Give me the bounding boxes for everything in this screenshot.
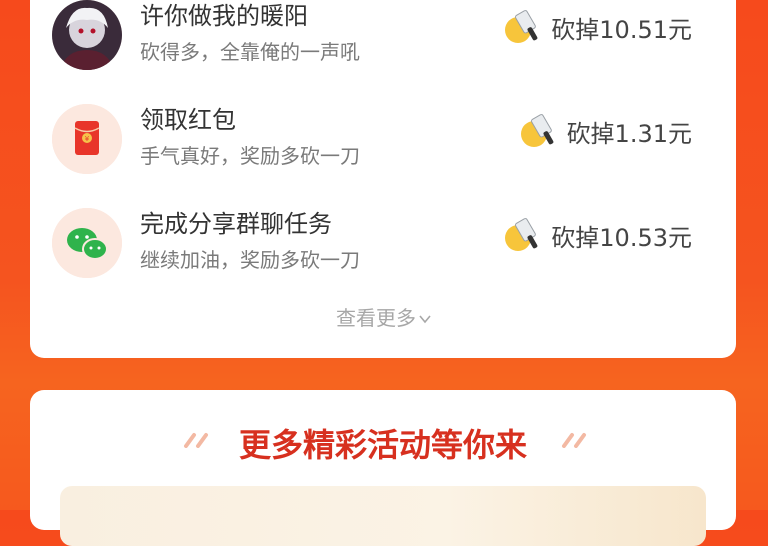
cut-amount: 砍掉10.53元 xyxy=(503,218,692,252)
knife-icon xyxy=(505,10,538,43)
cut-amount-text: 砍掉10.53元 xyxy=(551,223,692,252)
cut-amount: 砍掉1.31元 xyxy=(519,114,692,148)
wechat-icon xyxy=(52,208,122,278)
avatar: ¥ xyxy=(52,104,122,174)
record-subtitle: 手气真好，奖励多砍一刀 xyxy=(140,144,360,168)
red-envelope-icon: ¥ xyxy=(52,104,122,174)
view-more-link[interactable]: 查看更多 xyxy=(0,302,768,331)
user-avatar-icon xyxy=(52,0,122,70)
avatar xyxy=(52,208,122,278)
view-more-label: 查看更多 xyxy=(336,306,416,330)
cut-amount-text: 砍掉1.31元 xyxy=(566,119,692,148)
cut-amount: 砍掉10.51元 xyxy=(503,10,692,44)
list-item: 许你做我的暖阳 砍得多，全靠俺的一声吼 砍掉10.51元 xyxy=(52,0,712,80)
knife-icon xyxy=(520,114,553,147)
chevron-down-icon xyxy=(419,315,431,324)
avatar xyxy=(52,0,122,70)
cut-amount-text: 砍掉10.51元 xyxy=(551,15,692,44)
activity-banner[interactable] xyxy=(60,486,706,546)
record-title: 完成分享群聊任务 xyxy=(140,210,332,238)
record-subtitle: 继续加油，奖励多砍一刀 xyxy=(140,248,360,272)
record-subtitle: 砍得多，全靠俺的一声吼 xyxy=(140,40,360,64)
knife-icon xyxy=(505,218,538,251)
record-title: 许你做我的暖阳 xyxy=(140,2,308,30)
promo-title: 更多精彩活动等你来 xyxy=(238,426,527,464)
right-decoration-icon xyxy=(562,433,586,448)
record-title: 领取红包 xyxy=(140,106,236,134)
promo-card: 更多精彩活动等你来 xyxy=(30,390,736,546)
list-item: ¥ 领取红包 手气真好，奖励多砍一刀 砍掉1.31元 xyxy=(52,104,712,184)
list-item: 完成分享群聊任务 继续加油，奖励多砍一刀 砍掉10.53元 xyxy=(52,208,712,288)
svg-text:¥: ¥ xyxy=(85,135,90,143)
